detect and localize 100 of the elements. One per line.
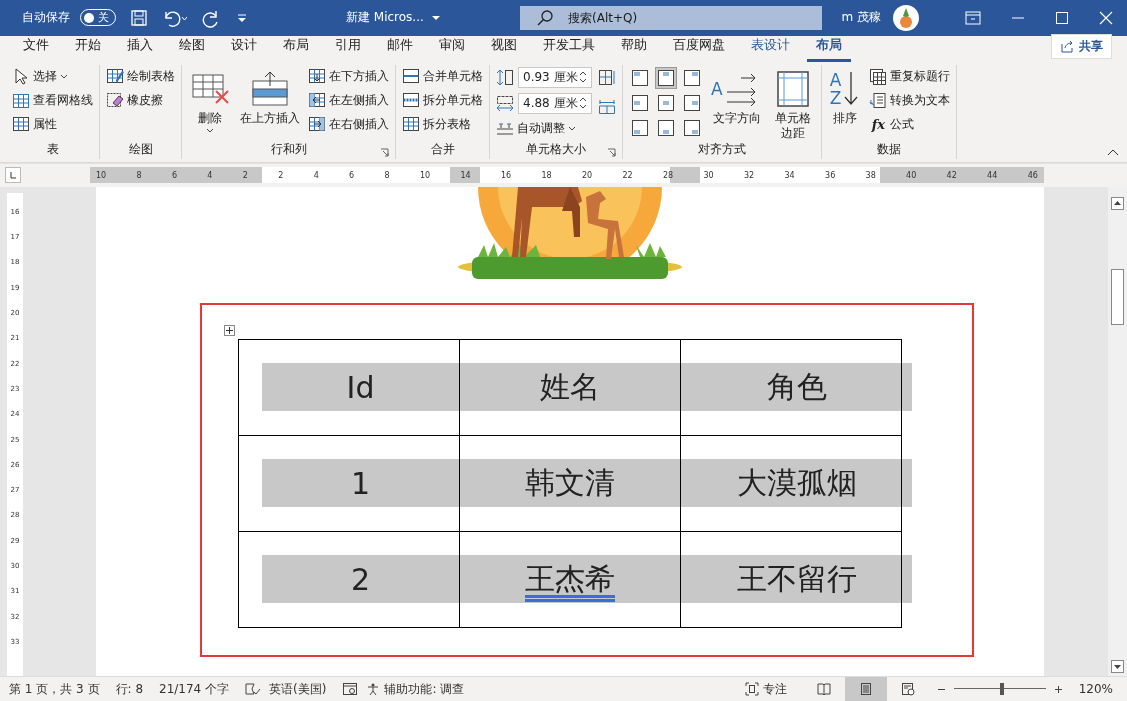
ribbon-tab[interactable]: 审阅 <box>430 36 474 62</box>
zoom-in-icon[interactable] <box>1053 684 1063 694</box>
table-move-handle-icon[interactable] <box>224 324 235 336</box>
collapse-ribbon-icon[interactable] <box>1107 147 1119 156</box>
customize-icon[interactable] <box>236 11 248 24</box>
ribbon-tab[interactable]: 设计 <box>222 36 266 62</box>
language[interactable]: 英语(美国) <box>269 680 327 698</box>
ribbon-button[interactable]: 查看网格线 <box>12 90 93 110</box>
ribbon-tab[interactable]: 插入 <box>118 36 162 62</box>
align-button[interactable] <box>655 66 677 89</box>
ribbon-tab[interactable]: 文件 <box>14 36 58 62</box>
ribbon-tab[interactable]: 视图 <box>482 36 526 62</box>
distribute-columns-icon[interactable] <box>598 97 616 115</box>
highlighted-text: 2 <box>262 555 459 604</box>
tab-selector-icon[interactable] <box>5 167 21 184</box>
ribbon-button[interactable]: fx 公式 <box>869 114 951 134</box>
ribbon-button[interactable]: 拆分单元格 <box>402 90 483 110</box>
table-icon <box>12 91 30 109</box>
scroll-thumb[interactable] <box>1111 268 1124 325</box>
highlighted-text: 大漠孤烟 <box>681 459 912 508</box>
highlighted-text: 角色 <box>681 363 912 412</box>
dialog-launcher-icon[interactable] <box>380 147 389 157</box>
align-icon <box>683 118 701 137</box>
align-icon <box>657 68 675 87</box>
group-label: 合并 <box>430 141 455 159</box>
dialog-launcher-icon[interactable] <box>607 147 616 157</box>
page-count[interactable]: 第 1 页，共 3 页 <box>9 680 100 698</box>
size-field[interactable]: 0.93 厘米 <box>518 66 592 88</box>
insert-left-icon <box>308 91 326 109</box>
properties-icon <box>12 115 30 133</box>
ribbon-tab[interactable]: 绘图 <box>170 36 214 62</box>
group-label: 行和列 <box>270 141 307 159</box>
ribbon-button[interactable]: 自动调整 <box>496 118 592 138</box>
ribbon-tab[interactable]: 表设计 <box>742 36 799 62</box>
view-button[interactable] <box>844 677 887 701</box>
maximize-icon[interactable] <box>1055 10 1069 25</box>
align-icon <box>683 93 701 112</box>
insert-right-icon <box>308 115 326 133</box>
eraser-icon <box>106 91 124 109</box>
ribbon-display-icon[interactable] <box>965 10 981 25</box>
size-field[interactable]: 4.88 厘米 <box>518 92 592 114</box>
pencil-icon <box>106 67 124 85</box>
ribbon-button[interactable]: 单元格 边距 <box>770 66 815 141</box>
accessibility-status[interactable]: 辅助功能: 调查 <box>366 680 465 698</box>
ribbon-tab[interactable]: 邮件 <box>378 36 422 62</box>
read-mode-icon <box>816 682 831 696</box>
horizontal-ruler: 10 8 6 4 2 2 4 6 8 10 14 16 18 20 22 28 30 32 34 36 38 40 42 44 46 <box>90 167 1044 184</box>
user-name: m 茂稼 <box>841 9 881 27</box>
ribbon-tab[interactable]: 百度网盘 <box>664 36 734 62</box>
align-icon <box>631 68 649 87</box>
line-number[interactable]: 行: 8 <box>115 680 144 698</box>
ribbon-button[interactable]: 转换为文本 <box>869 90 951 110</box>
close-icon[interactable] <box>1099 10 1113 25</box>
ribbon-button[interactable]: 在右侧插入 <box>308 114 389 134</box>
share-icon <box>1060 39 1074 54</box>
ribbon-button[interactable]: 拆分表格 <box>402 114 483 134</box>
align-icon <box>657 118 675 137</box>
proofing-icon[interactable] <box>245 682 262 696</box>
word-count[interactable]: 21/174 个字 <box>159 680 230 698</box>
ribbon-button[interactable]: 重复标题行 <box>869 66 951 86</box>
ribbon-tab[interactable]: 开发工具 <box>534 36 604 62</box>
ribbon-button[interactable]: 绘制表格 <box>106 66 175 86</box>
split-table-icon <box>402 115 420 133</box>
ribbon-tab[interactable]: 引用 <box>326 36 370 62</box>
scroll-down-icon[interactable] <box>1111 660 1124 673</box>
print-layout-icon <box>858 682 873 696</box>
ribbon-button[interactable]: 在上方插入 <box>238 66 302 126</box>
ribbon-tab[interactable]: 帮助 <box>612 36 656 62</box>
zoom-slider-thumb[interactable] <box>1000 683 1005 695</box>
ribbon-button[interactable]: 在下方插入 <box>308 66 389 86</box>
caret-icon <box>431 14 440 21</box>
ribbon-button[interactable]: 选择 <box>12 66 93 86</box>
ribbon-button[interactable]: 属性 <box>12 114 93 134</box>
align-icon <box>631 93 649 112</box>
save-icon[interactable] <box>130 8 148 27</box>
search-field[interactable]: 搜索(Alt+Q) <box>520 5 822 30</box>
avatar-icon[interactable] <box>893 4 919 31</box>
share-button[interactable]: 共享 <box>1051 33 1112 59</box>
highlighted-text: Id <box>262 363 459 412</box>
scroll-up-icon[interactable] <box>1111 196 1124 210</box>
insert-below-icon <box>308 67 326 85</box>
macro-icon[interactable] <box>342 682 359 696</box>
ribbon-button[interactable]: A Z 排序 <box>827 66 864 126</box>
ribbon-tab[interactable]: 布局 <box>807 36 851 62</box>
group-label: 对齐方式 <box>697 141 746 159</box>
document-title[interactable]: 新建 Micros... <box>346 9 516 27</box>
ribbon-tab[interactable]: 布局 <box>274 36 318 62</box>
ribbon-tab[interactable]: 开始 <box>66 36 110 62</box>
ribbon-button[interactable]: A 文字方向 <box>709 66 765 126</box>
zoom-level[interactable]: 120% <box>1078 682 1113 696</box>
split-cells-icon <box>402 91 420 109</box>
focus-button[interactable]: 专注 <box>744 680 787 698</box>
distribute-rows-icon[interactable] <box>598 68 616 86</box>
autosave-label: 自动保存 <box>22 9 70 27</box>
ribbon-button[interactable]: 删除 <box>188 66 232 133</box>
highlighted-text: 韩文清 <box>460 459 680 508</box>
ribbon-button[interactable]: 在左侧插入 <box>308 90 389 110</box>
ribbon-button[interactable]: 合并单元格 <box>402 66 483 86</box>
ribbon-button[interactable]: 橡皮擦 <box>106 90 175 110</box>
column-width-icon <box>496 94 514 112</box>
